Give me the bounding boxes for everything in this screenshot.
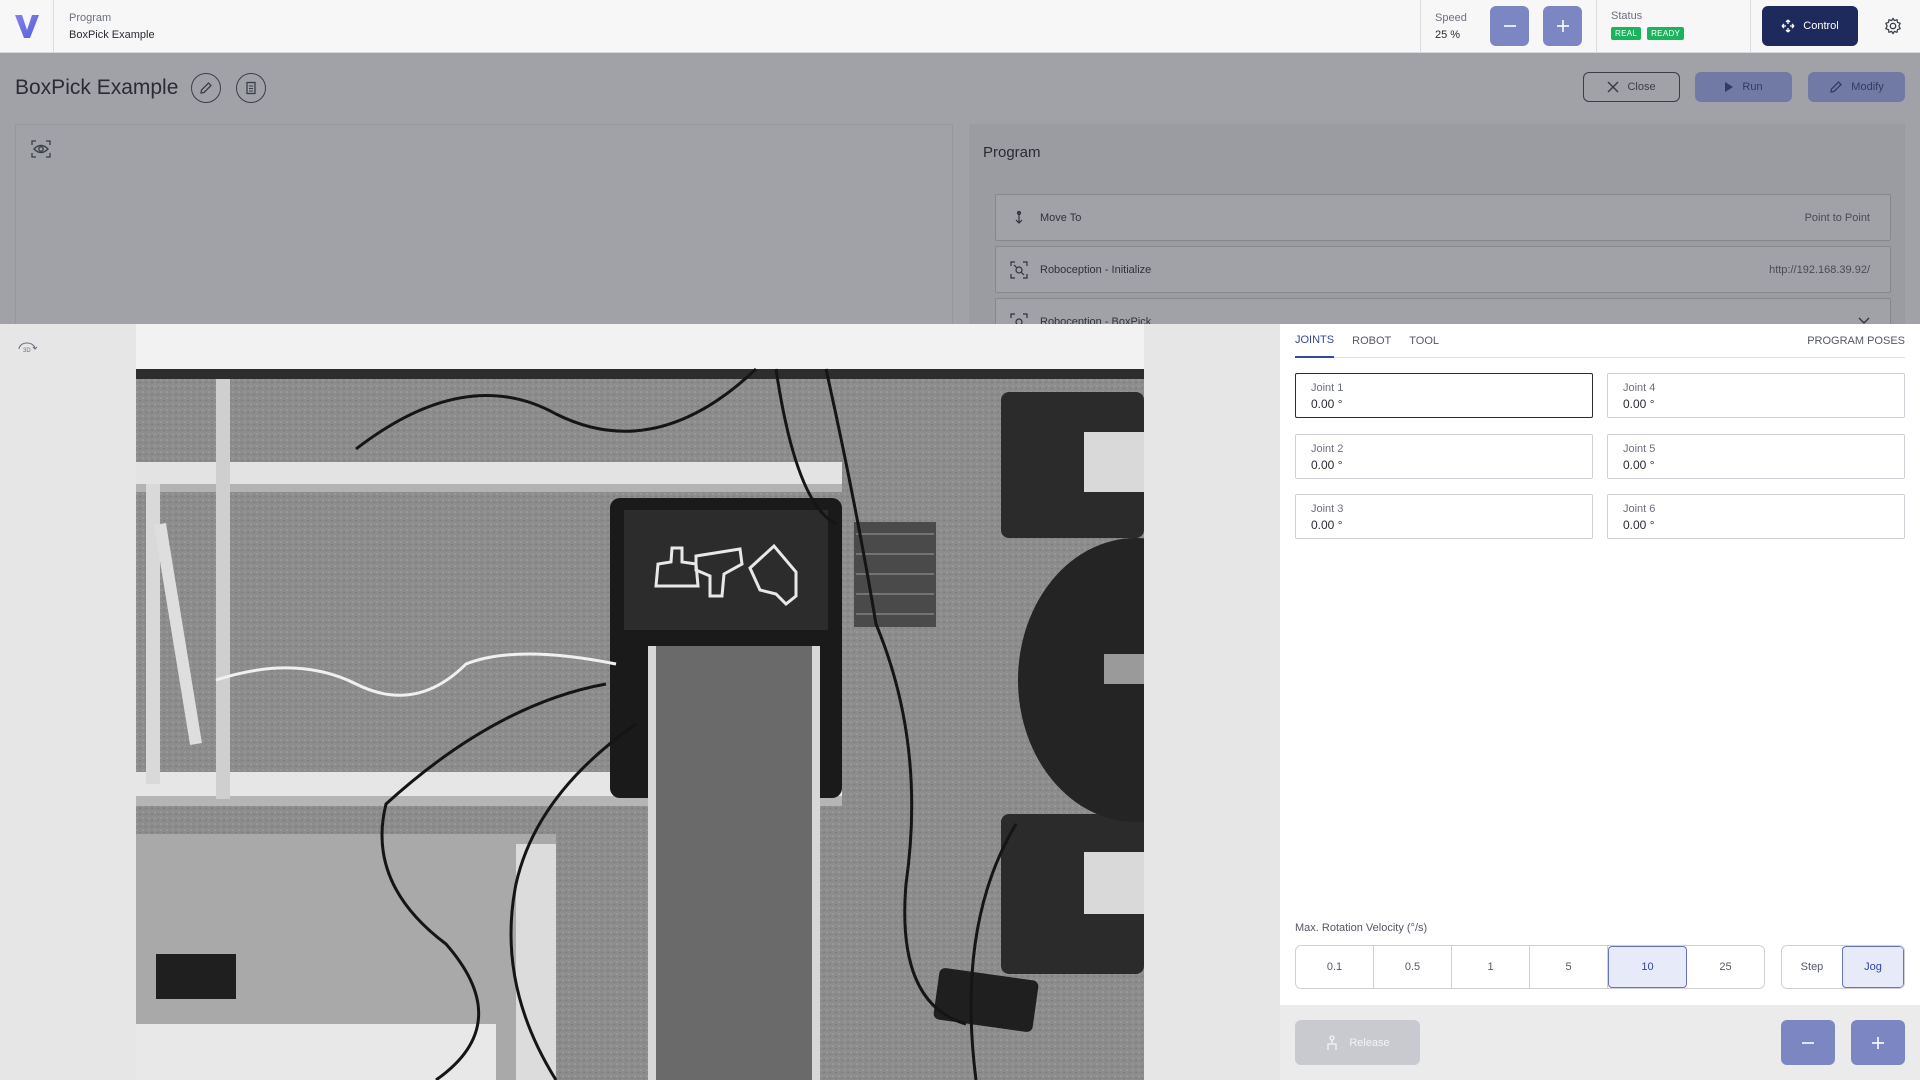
mode-step-button[interactable]: Step xyxy=(1782,946,1842,988)
document-icon xyxy=(246,81,256,95)
jog-increase-button[interactable] xyxy=(1851,1020,1905,1065)
settings-button[interactable] xyxy=(1865,0,1920,52)
move-to-icon xyxy=(1010,210,1028,226)
move-arrows-icon xyxy=(1781,19,1795,33)
close-button[interactable]: Close xyxy=(1583,72,1680,102)
joint-label: Joint 6 xyxy=(1623,503,1656,515)
joint-field[interactable]: Joint 2 0.00 ° xyxy=(1295,434,1593,479)
jog-tabs: JOINTS ROBOT TOOL PROGRAM POSES xyxy=(1295,324,1905,358)
release-label: Release xyxy=(1349,1036,1390,1049)
speed-decrease-button[interactable] xyxy=(1490,6,1530,46)
joint-field[interactable]: Joint 6 0.00 ° xyxy=(1607,494,1905,539)
mode-selector: Step Jog xyxy=(1781,945,1905,989)
velocity-option[interactable]: 5 xyxy=(1530,946,1608,988)
program-name: BoxPick Example xyxy=(69,28,155,41)
run-button[interactable]: Run xyxy=(1695,72,1792,102)
step-detail: http://192.168.39.92/ xyxy=(1769,263,1870,276)
run-label: Run xyxy=(1742,81,1763,93)
step-detail: Point to Point xyxy=(1804,211,1870,224)
edit-name-button[interactable] xyxy=(191,73,221,103)
notes-button[interactable] xyxy=(236,73,266,103)
tab-joints[interactable]: JOINTS xyxy=(1295,324,1335,358)
mode-jog-button[interactable]: Jog xyxy=(1842,946,1904,988)
program-label: Program xyxy=(69,11,112,24)
joint-label: Joint 3 xyxy=(1311,503,1344,515)
eye-scan-icon[interactable] xyxy=(31,140,51,158)
joint-label: Joint 1 xyxy=(1311,382,1344,394)
close-label: Close xyxy=(1627,81,1656,93)
plus-icon xyxy=(1872,1036,1884,1049)
joint-value: 0.00 ° xyxy=(1623,397,1655,411)
velocity-option[interactable]: 0.5 xyxy=(1374,946,1452,988)
jog-footer: Release xyxy=(1280,1005,1920,1080)
gripper-release-icon xyxy=(1327,1034,1337,1050)
close-icon xyxy=(1607,81,1619,93)
joint-value: 0.00 ° xyxy=(1623,458,1655,472)
velocity-selector: 0.1 0.5 1 5 10 25 xyxy=(1295,945,1765,989)
program-panel-title: Program xyxy=(983,144,1041,161)
speed-label: Speed xyxy=(1435,11,1467,24)
tab-tool[interactable]: TOOL xyxy=(1409,324,1439,358)
speed-value: 25 % xyxy=(1435,28,1461,41)
joint-value: 0.00 ° xyxy=(1311,458,1343,472)
page-title: BoxPick Example xyxy=(15,76,179,99)
joint-value: 0.00 ° xyxy=(1623,518,1655,532)
gear-icon xyxy=(1884,17,1901,35)
control-button[interactable]: Control xyxy=(1762,6,1858,46)
control-label: Control xyxy=(1803,20,1839,32)
viewer-panel xyxy=(15,124,953,334)
status-badge: REAL xyxy=(1611,27,1642,40)
pencil-icon xyxy=(200,82,212,94)
velocity-label: Max. Rotation Velocity (°/s) xyxy=(1295,922,1428,934)
step-label: Move To xyxy=(1040,211,1082,224)
plus-icon xyxy=(1556,20,1569,32)
joint-value: 0.00 ° xyxy=(1311,397,1343,411)
control-area: Control xyxy=(1750,0,1865,52)
velocity-option[interactable]: 0.1 xyxy=(1296,946,1374,988)
status-label: Status xyxy=(1611,10,1643,22)
velocity-option[interactable]: 25 xyxy=(1687,946,1764,988)
program-step[interactable]: Move To Point to Point xyxy=(995,194,1891,241)
velocity-option[interactable]: 1 xyxy=(1452,946,1530,988)
joint-label: Joint 2 xyxy=(1311,443,1344,455)
joint-value: 0.00 ° xyxy=(1311,518,1343,532)
release-button[interactable]: Release xyxy=(1295,1020,1420,1065)
camera-feed xyxy=(136,324,1144,1080)
joint-field[interactable]: Joint 1 0.00 ° xyxy=(1295,373,1593,418)
joint-field[interactable]: Joint 4 0.00 ° xyxy=(1607,373,1905,418)
modify-button[interactable]: Modify xyxy=(1808,72,1905,102)
program-panel: Program Move To Point to Point Robocepti… xyxy=(969,124,1905,345)
v-logo-icon xyxy=(14,15,39,38)
status-info: Status REAL READY xyxy=(1596,0,1750,52)
joint-label: Joint 4 xyxy=(1623,382,1656,394)
camera-scan-icon xyxy=(1010,260,1028,279)
status-badge: READY xyxy=(1647,27,1685,40)
3d-view-icon[interactable]: 3D xyxy=(16,340,38,358)
joint-field[interactable]: Joint 3 0.00 ° xyxy=(1295,494,1593,539)
program-workspace: BoxPick Example Close Run Modify Program xyxy=(0,53,1920,345)
velocity-option-selected[interactable]: 10 xyxy=(1608,946,1687,988)
top-bar: Program BoxPick Example Speed 25 % Statu… xyxy=(0,0,1920,53)
play-icon xyxy=(1725,82,1734,92)
jog-decrease-button[interactable] xyxy=(1781,1020,1835,1065)
tab-robot[interactable]: ROBOT xyxy=(1352,324,1391,358)
camera-view-area: 3D xyxy=(0,324,1280,1080)
speed-control: Speed 25 % xyxy=(1420,0,1596,52)
joint-label: Joint 5 xyxy=(1623,443,1656,455)
app-logo[interactable] xyxy=(0,0,54,52)
minus-icon xyxy=(1503,25,1516,27)
modify-label: Modify xyxy=(1851,81,1884,93)
program-step[interactable]: Roboception - Initialize http://192.168.… xyxy=(995,246,1891,293)
speed-increase-button[interactable] xyxy=(1543,6,1583,46)
camera-image[interactable] xyxy=(136,324,1144,1080)
pencil-icon xyxy=(1830,81,1843,93)
jog-panel: JOINTS ROBOT TOOL PROGRAM POSES Joint 1 … xyxy=(1280,324,1920,1005)
tab-program-poses[interactable]: PROGRAM POSES xyxy=(1807,324,1905,358)
svg-text:3D: 3D xyxy=(23,348,31,354)
joint-field[interactable]: Joint 5 0.00 ° xyxy=(1607,434,1905,479)
step-label: Roboception - Initialize xyxy=(1040,263,1152,276)
program-info: Program BoxPick Example xyxy=(54,0,1420,52)
minus-icon xyxy=(1802,1041,1814,1044)
